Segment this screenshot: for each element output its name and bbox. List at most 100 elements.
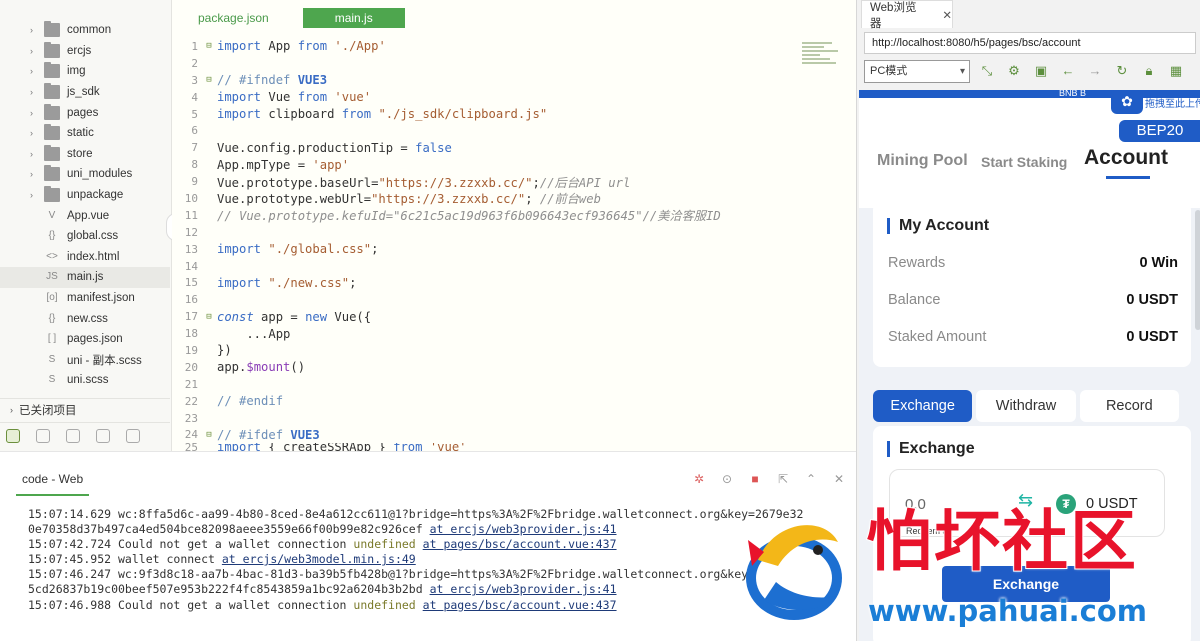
swap-icon[interactable]: ⇆ (1018, 490, 1033, 511)
debug-icon[interactable]: ✲ (692, 472, 706, 486)
code-line: 6 (191, 124, 198, 138)
url-input[interactable]: http://localhost:8080/h5/pages/bsc/accou… (864, 32, 1196, 54)
tab-main-js[interactable]: main.js (302, 8, 405, 28)
sidebar-item-label: uni_modules (67, 168, 133, 181)
device-mode-select[interactable]: PC模式 (864, 60, 970, 83)
code-area[interactable]: 1 ⊟ import App from './App' 2 3 ⊟// #ifndef… (172, 38, 856, 451)
settings-icon[interactable]: ⚙ (1006, 63, 1022, 79)
chevron-right-icon[interactable]: › (30, 169, 40, 179)
sidebar-footer (0, 422, 170, 448)
tab-exchange[interactable]: Exchange (873, 390, 973, 422)
sidebar-item-label: uni - 副本.scss (67, 354, 142, 367)
chevron-right-icon[interactable]: › (30, 108, 40, 118)
chevron-right-icon[interactable]: › (30, 46, 40, 56)
file-icon: {} (48, 312, 56, 324)
exchange-input-box[interactable]: 0.0 ⇆ ₮ 0 USDT Redeem all (889, 469, 1165, 537)
back-icon[interactable]: ← (1060, 63, 1076, 79)
sidebar-item-label: static (67, 127, 94, 140)
bug-icon[interactable] (66, 428, 80, 443)
tab-record[interactable]: Record (1079, 390, 1179, 422)
tab-withdraw[interactable]: Withdraw (976, 390, 1076, 422)
bnb-label: BNB B (1059, 90, 1087, 98)
console-line: 5cd26837b19c00beef507e953b222f4fc8543859… (28, 582, 617, 597)
nav-account[interactable]: Account (1084, 146, 1168, 170)
sidebar-item[interactable]: › ercjs (0, 41, 170, 62)
sidebar-item[interactable]: Suni - 副本.scss (0, 350, 170, 371)
sidebar-item-label: js_sdk (67, 86, 100, 99)
sidebar-item-label: ercjs (67, 44, 92, 57)
sidebar-item-label: uni.scss (67, 374, 109, 387)
code-line: 21 (184, 377, 198, 391)
close-console-icon[interactable]: ✕ (832, 472, 846, 486)
cloud-icon[interactable] (126, 428, 140, 443)
qrcode-icon[interactable]: ▦ (1168, 63, 1184, 79)
source-link[interactable]: at ercjs/web3model.min.js:49 (222, 552, 416, 566)
amount-input[interactable]: 0.0 (905, 496, 926, 513)
network-badge[interactable]: BEP20 (1119, 120, 1200, 142)
export-icon[interactable]: ⇱ (776, 472, 790, 486)
code-editor[interactable]: package.json main.js 1 ⊟ import App from '… (172, 0, 856, 451)
plugin-icon[interactable] (36, 428, 50, 443)
tab-package-json[interactable]: package.json (198, 11, 269, 25)
source-link[interactable]: at ercjs/web3provider.js:41 (430, 582, 617, 596)
terminal-icon[interactable]: ▣ (1033, 63, 1049, 79)
folder-icon (44, 21, 60, 38)
lock-icon[interactable]: 🔒︎ (1141, 63, 1157, 79)
source-link[interactable]: at ercjs/web3provider.js:41 (430, 522, 617, 536)
sidebar-item[interactable]: {} new.css (0, 308, 170, 329)
nav-mining-pool[interactable]: Mining Pool (877, 152, 968, 170)
closed-projects-label: 已关闭项目 (19, 404, 77, 417)
exchange-button[interactable]: Exchange (942, 566, 1110, 602)
sidebar-item-label: img (67, 65, 86, 78)
sidebar-item[interactable]: Suni.scss (0, 370, 170, 391)
chevron-right-icon[interactable]: › (30, 128, 40, 138)
sidebar-item[interactable]: [o] manifest.json (0, 288, 170, 309)
sidebar-item[interactable]: {} global.css (0, 226, 170, 247)
step-icon[interactable]: ⊙ (720, 472, 734, 486)
screenshot-icon[interactable]: ⤡ (979, 63, 995, 79)
source-link[interactable]: at pages/bsc/account.vue:437 (423, 598, 617, 612)
sidebar-item[interactable]: <> index.html (0, 247, 170, 268)
nav-start-staking[interactable]: Start Staking (981, 154, 1067, 170)
project-view-icon[interactable] (6, 428, 20, 443)
chevron-right-icon[interactable]: › (30, 190, 40, 200)
sidebar-item[interactable]: JS main.js (0, 267, 170, 288)
sidebar-item[interactable]: › js_sdk (0, 82, 170, 103)
console-tab[interactable]: code - Web (16, 468, 90, 496)
browser-tab[interactable]: Web浏览器 ✕ (861, 0, 953, 30)
folder-icon (44, 144, 60, 161)
chevron-right-icon[interactable]: › (30, 66, 40, 76)
console-line: 15:07:45.952 wallet connect at ercjs/web… (28, 552, 416, 567)
redeem-all-link[interactable]: Redeem all (906, 526, 952, 536)
sidebar-item-label: main.js (67, 271, 104, 284)
source-link[interactable]: at pages/bsc/account.vue:437 (423, 537, 617, 551)
app-viewport: BNB B ✿ 拖拽至此上传 BEP20 Mining Pool Start S… (859, 90, 1200, 641)
code-line: 7 Vue.config.productionTip = false (191, 140, 452, 155)
close-icon[interactable]: ✕ (942, 8, 952, 22)
sidebar-item-label: new.css (67, 312, 108, 325)
sidebar-item[interactable]: › uni_modules (0, 164, 170, 185)
sidebar-item[interactable]: V App.vue (0, 205, 170, 226)
sidebar-item[interactable]: › common (0, 20, 170, 41)
browser-toolbar: ⤡ ⚙ ▣ ← → ↻ 🔒︎ ▦ (979, 63, 1184, 79)
sidebar-item[interactable]: › static (0, 123, 170, 144)
chevron-right-icon[interactable]: › (30, 149, 40, 159)
scrollbar[interactable] (1195, 210, 1200, 330)
search-icon[interactable] (96, 428, 110, 443)
refresh-icon[interactable]: ↻ (1114, 63, 1130, 79)
sidebar-item[interactable]: › unpackage (0, 185, 170, 206)
sidebar-item[interactable]: [ ] pages.json (0, 329, 170, 350)
action-tabs: Exchange Withdraw Record (873, 390, 1179, 422)
chevron-right-icon[interactable]: › (30, 87, 40, 97)
closed-projects-row[interactable]: › 已关闭项目 (0, 398, 170, 420)
chevron-up-icon[interactable]: ⌃ (804, 472, 818, 486)
stop-icon[interactable]: ■ (748, 472, 762, 486)
usdt-balance: 0 USDT (1086, 496, 1138, 512)
sidebar-item-label: global.css (67, 230, 119, 243)
sidebar-item[interactable]: › store (0, 144, 170, 165)
chevron-right-icon[interactable]: › (30, 25, 40, 35)
sidebar-item[interactable]: › img (0, 61, 170, 82)
upload-float-icon[interactable]: ✿ (1111, 90, 1143, 114)
forward-icon[interactable]: → (1087, 63, 1103, 79)
sidebar-item[interactable]: › pages (0, 102, 170, 123)
